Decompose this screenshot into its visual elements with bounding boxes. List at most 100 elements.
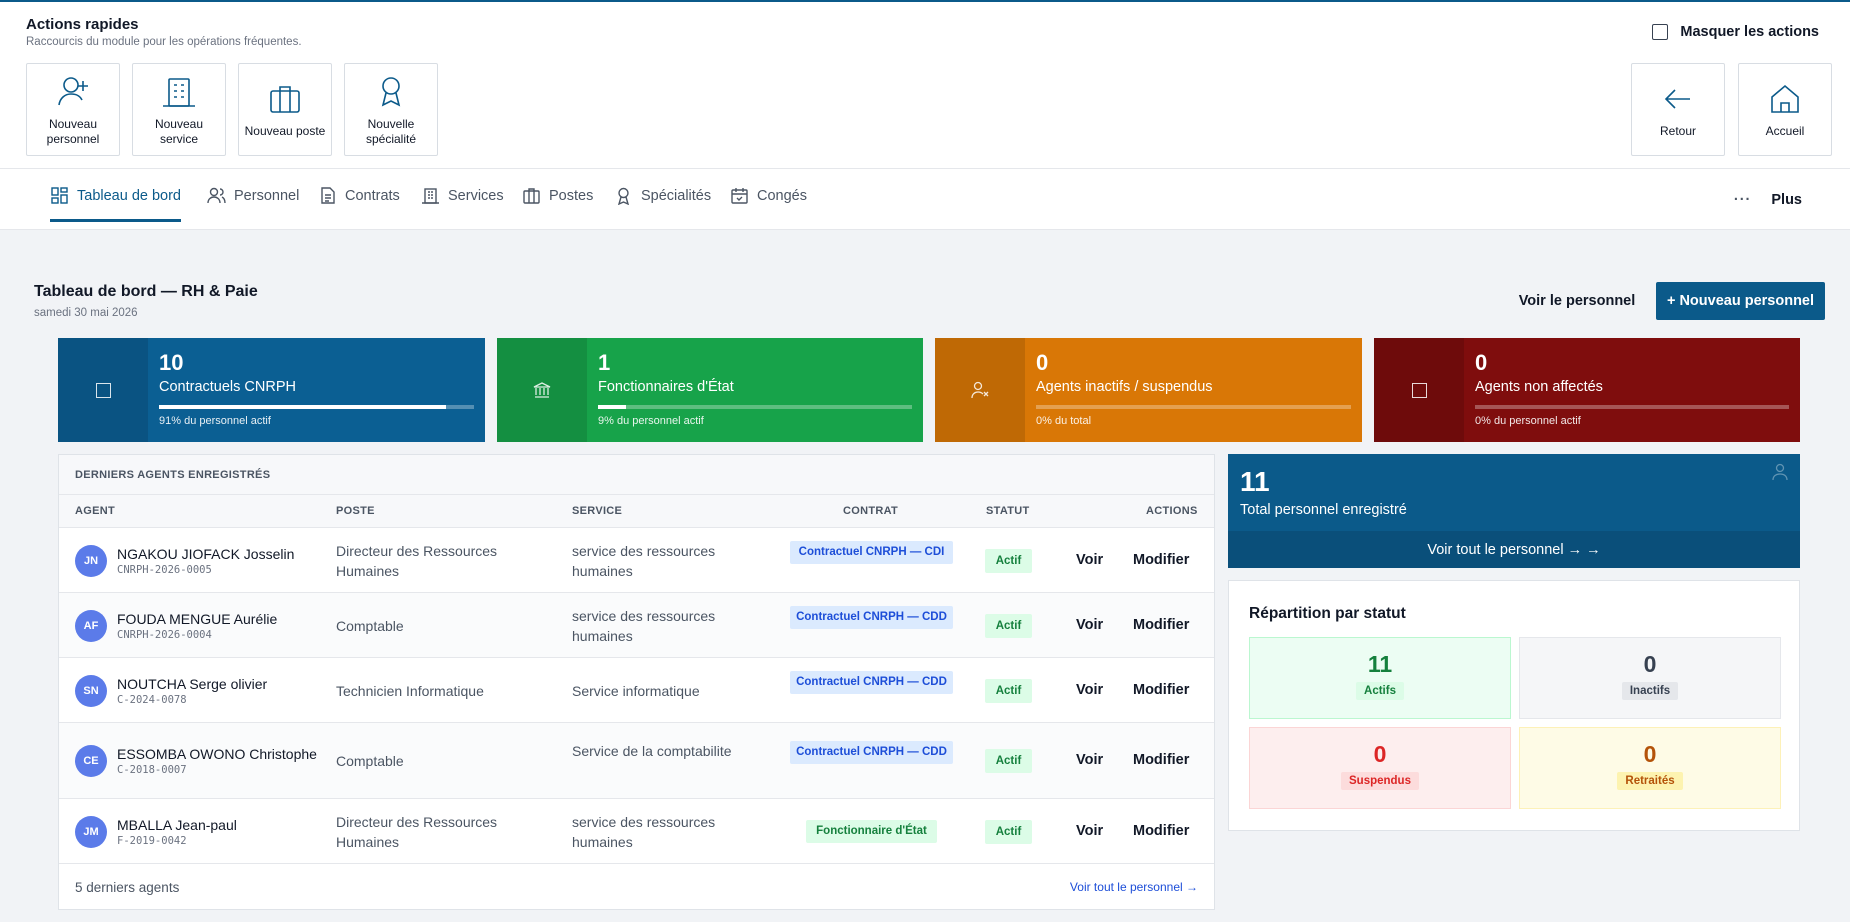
avatar: JM: [75, 815, 107, 848]
avatar-initials: CE: [83, 755, 99, 767]
briefcase-icon: [523, 188, 540, 204]
tile-label: Actifs: [1356, 682, 1404, 700]
tab-label: Contrats: [345, 187, 400, 204]
contract-badge: Contractuel CNRPH — CDD: [790, 741, 953, 764]
new-staff-button[interactable]: + Nouveau personnel: [1656, 282, 1825, 320]
edit-button[interactable]: Modifier: [1133, 617, 1189, 633]
tab-personnel[interactable]: Personnel: [207, 169, 299, 222]
table-footer: 5 derniers agents Voir tout le personnel…: [59, 865, 1214, 909]
more-dots-icon: ···: [1733, 192, 1752, 208]
tile-value: 11: [1367, 651, 1393, 677]
table-row: JN NGAKOU JIOFACK Josselin CNRPH-2026-00…: [59, 528, 1214, 593]
new-position-action-button[interactable]: Nouveau poste: [238, 63, 332, 156]
status-badge: Actif: [985, 749, 1032, 773]
avatar: AF: [75, 609, 107, 642]
tile-label: Retraités: [1617, 772, 1683, 790]
stat-icon-area: [58, 338, 148, 442]
agent-id: CNRPH-2026-0005: [117, 563, 212, 576]
tab-dashboard[interactable]: Tableau de bord: [50, 169, 181, 222]
col-poste: POSTE: [336, 505, 375, 517]
agent-id: F-2019-0042: [117, 834, 187, 847]
avatar-initials: JM: [83, 825, 99, 838]
tile-label: Suspendus: [1341, 772, 1419, 790]
table-header-row: AGENT POSTE SERVICE CONTRAT STATUT ACTIO…: [59, 495, 1214, 528]
tab-label: Services: [448, 187, 504, 204]
hide-actions-checkbox[interactable]: [1652, 24, 1669, 40]
edit-button[interactable]: Modifier: [1133, 752, 1189, 768]
tile-value: 0: [1643, 741, 1657, 767]
avatar: JN: [75, 544, 107, 577]
more-menu[interactable]: ··· Plus: [1734, 169, 1802, 231]
edit-button[interactable]: Modifier: [1133, 552, 1189, 568]
edit-button[interactable]: Modifier: [1133, 823, 1189, 839]
hide-actions-label: Masquer les actions: [1680, 24, 1819, 40]
more-label: Plus: [1771, 192, 1802, 208]
agent-poste: Comptable: [336, 753, 404, 769]
stat-card-fonctionnaires: 1 Fonctionnaires d'État 9% du personnel …: [497, 338, 923, 442]
stat-value: 0: [1475, 350, 1488, 375]
view-button[interactable]: Voir: [1076, 617, 1103, 633]
tile-value: 0: [1373, 741, 1387, 767]
stat-card-contractuels: 10 Contractuels CNRPH 91% du personnel a…: [58, 338, 485, 442]
total-view-all-link[interactable]: Voir tout le personnel → →: [1228, 531, 1800, 568]
edit-button[interactable]: Modifier: [1133, 682, 1189, 698]
avatar: CE: [75, 745, 107, 777]
award-icon: [381, 76, 401, 106]
new-staff-action-button[interactable]: Nouveau personnel: [26, 63, 120, 156]
table-title: DERNIERS AGENTS ENREGISTRÉS: [59, 455, 1214, 495]
tab-label: Tableau de bord: [77, 187, 181, 204]
total-value: 11: [1240, 466, 1270, 497]
agent-poste: Comptable: [336, 617, 404, 634]
stat-value: 1: [598, 350, 611, 375]
tab-services[interactable]: Services: [421, 169, 504, 222]
status-badge: Actif: [985, 819, 1032, 844]
new-service-action-button[interactable]: Nouveau service: [132, 63, 226, 156]
view-button[interactable]: Voir: [1076, 552, 1103, 568]
document-icon: [321, 187, 335, 204]
stat-percent: 0% du total: [1036, 415, 1092, 427]
back-action-button[interactable]: Retour: [1631, 63, 1725, 156]
page-title: Tableau de bord — RH & Paie: [34, 283, 258, 300]
tab-leaves[interactable]: Congés: [730, 169, 807, 222]
tab-label: Spécialités: [641, 187, 712, 204]
dashboard-icon: [51, 187, 68, 204]
avatar-initials: JN: [83, 554, 99, 567]
agent-service: Service informatique: [572, 682, 700, 699]
stat-progress-fill: [598, 405, 627, 409]
view-staff-button[interactable]: Voir le personnel: [1504, 282, 1650, 320]
tab-contracts[interactable]: Contrats: [318, 169, 400, 222]
status-badge: Actif: [985, 613, 1032, 638]
footer-view-all-link[interactable]: Voir tout le personnel →: [1070, 880, 1198, 894]
tab-label: Postes: [549, 187, 594, 204]
home-action-button[interactable]: Accueil: [1738, 63, 1832, 156]
tab-specialties[interactable]: Spécialités: [614, 169, 711, 222]
table-body: JN NGAKOU JIOFACK Josselin CNRPH-2026-00…: [59, 528, 1214, 864]
agent-id: CNRPH-2026-0004: [117, 628, 212, 641]
status-badge: Actif: [985, 678, 1032, 703]
breakdown-title: Répartition par statut: [1249, 605, 1406, 622]
module-nav: Tableau de bord Personnel Contrats Servi…: [0, 168, 1850, 230]
user-plus-icon: [58, 76, 88, 105]
tab-positions[interactable]: Postes: [522, 169, 593, 222]
quick-actions-panel: Actions rapides Raccourcis du module pou…: [0, 0, 1850, 168]
agent-service: service des ressources humaines: [572, 607, 716, 644]
contract-badge: Fonctionnaire d'État: [806, 819, 937, 843]
tab-label: Congés: [757, 187, 807, 204]
action-label: Nouveau personnel: [46, 116, 100, 146]
stat-icon-area: [497, 338, 587, 442]
breakdown-tile-retraites: 0 Retraités: [1519, 727, 1781, 809]
hide-actions-toggle[interactable]: Masquer les actions: [1652, 24, 1819, 40]
agent-id: C-2018-0007: [117, 764, 187, 776]
col-actions: ACTIONS: [1146, 505, 1198, 517]
view-button[interactable]: Voir: [1076, 682, 1103, 698]
agent-name: ESSOMBA OWONO Christophe: [117, 746, 317, 762]
col-statut: STATUT: [986, 505, 1030, 517]
action-label: Nouveau service: [154, 116, 204, 146]
view-button[interactable]: Voir: [1076, 752, 1103, 768]
footer-count: 5 derniers agents: [75, 879, 180, 895]
agent-poste: Technicien Informatique: [336, 682, 484, 699]
action-label: Retour: [1659, 124, 1697, 138]
new-specialty-action-button[interactable]: Nouvelle spécialité: [344, 63, 438, 156]
table-row: JM MBALLA Jean-paul F-2019-0042 Directeu…: [59, 799, 1214, 864]
view-button[interactable]: Voir: [1076, 823, 1103, 839]
